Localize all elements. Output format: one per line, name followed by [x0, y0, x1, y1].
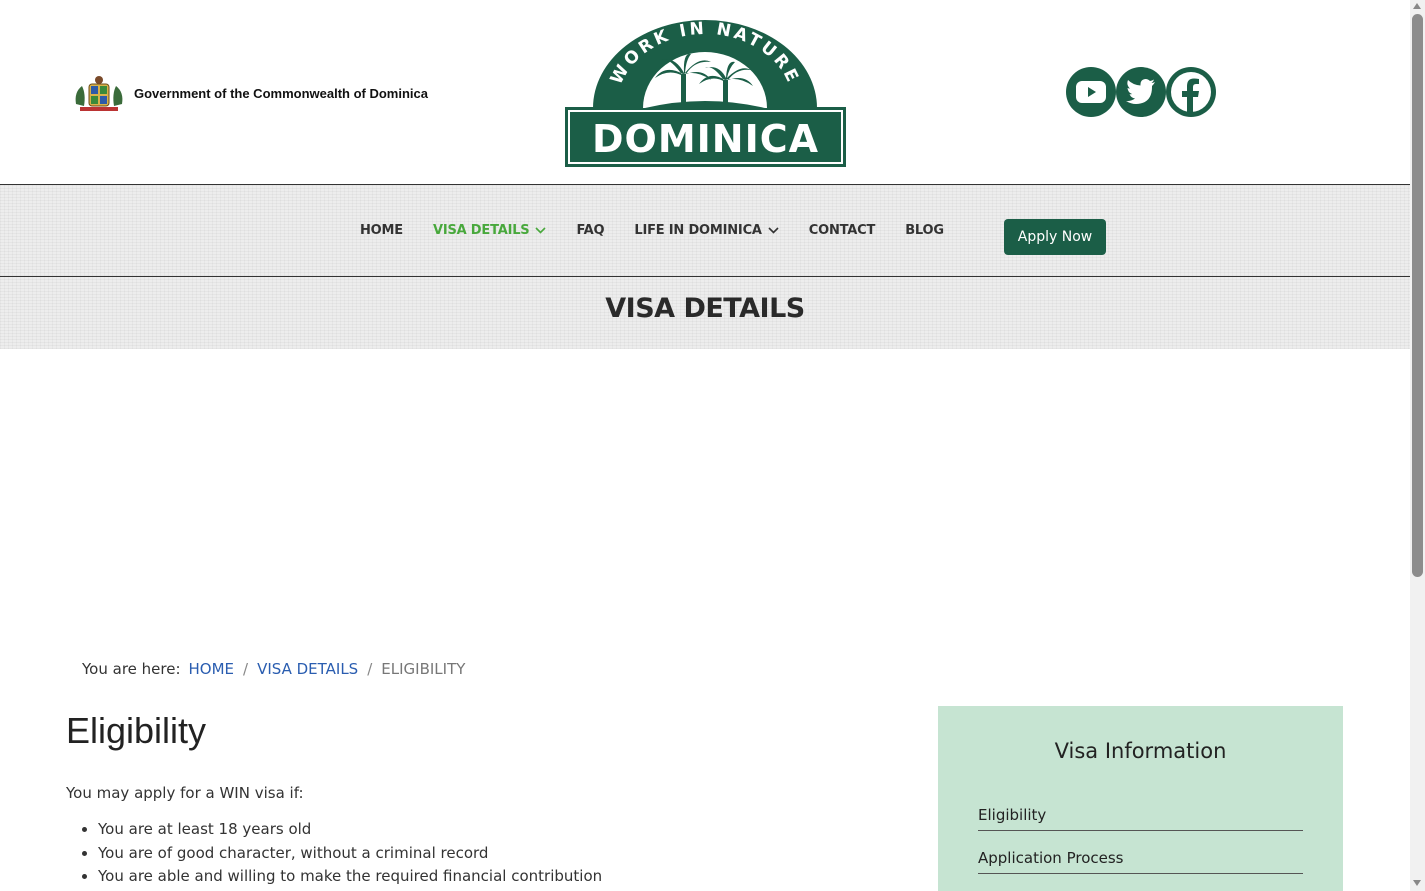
- scroll-up-arrow-icon[interactable]: [1413, 3, 1421, 9]
- nav-item-home[interactable]: HOME: [360, 223, 403, 238]
- breadcrumb-visa-link[interactable]: VISA DETAILS: [257, 660, 358, 678]
- sidebar-title: Visa Information: [1054, 739, 1227, 763]
- chevron-down-icon: [768, 227, 779, 234]
- nav-item-contact[interactable]: CONTACT: [808, 223, 876, 238]
- nav-item-label: HOME: [360, 223, 403, 238]
- page-title: VISA DETAILS: [605, 293, 805, 324]
- nav-item-blog[interactable]: BLOG: [905, 223, 944, 238]
- content-title: Eligibility: [66, 710, 207, 751]
- nav-item-label: BLOG: [905, 223, 944, 238]
- list-item: You are of good character, without a cri…: [98, 842, 886, 866]
- page: Government of the Commonwealth of Domini…: [0, 0, 1410, 891]
- sidebar-link-application-process[interactable]: Application Process: [978, 849, 1303, 874]
- coat-of-arms-icon: [75, 76, 123, 111]
- government-name: Government of the Commonwealth of Domini…: [134, 85, 428, 101]
- site-header: Government of the Commonwealth of Domini…: [0, 0, 1410, 185]
- nav-item-label: VISA DETAILS: [432, 223, 530, 238]
- nav-item-faq[interactable]: FAQ: [576, 223, 604, 238]
- breadcrumb-separator: /: [243, 660, 249, 678]
- list-item: You are at least 18 years old: [98, 818, 886, 842]
- sidebar-link-eligibility[interactable]: Eligibility: [978, 806, 1303, 831]
- vertical-scrollbar[interactable]: [1410, 0, 1425, 891]
- nav-item-label: CONTACT: [808, 223, 876, 238]
- breadcrumb-separator: /: [367, 660, 373, 678]
- chevron-down-icon: [535, 227, 547, 234]
- breadcrumb-current: ELIGIBILITY: [381, 660, 466, 678]
- intro-text: You may apply for a WIN visa if:: [66, 784, 304, 802]
- list-item: You are able and willing to make the req…: [98, 865, 886, 889]
- government-brand[interactable]: Government of the Commonwealth of Domini…: [72, 74, 428, 112]
- apply-now-button[interactable]: Apply Now: [1004, 219, 1106, 255]
- breadcrumb-lead: You are here:: [82, 660, 181, 678]
- scrollbar-thumb[interactable]: [1412, 14, 1423, 577]
- visa-info-sidebar: Visa Information Eligibility Application…: [938, 706, 1343, 891]
- eligibility-list: You are at least 18 years old You are of…: [66, 818, 886, 889]
- page-title-band: VISA DETAILS: [0, 277, 1410, 349]
- twitter-icon[interactable]: [1116, 67, 1166, 117]
- dominica-logo[interactable]: WORK IN NATURE DOMINICA: [565, 16, 846, 167]
- facebook-icon[interactable]: [1166, 67, 1216, 117]
- svg-text:DOMINICA: DOMINICA: [592, 117, 819, 161]
- main-content: Eligibility You may apply for a WIN visa…: [66, 710, 886, 889]
- nav-items: HOME VISA DETAILS FAQ LIFE IN DOMINICA C…: [360, 185, 974, 276]
- nav-item-life-in-dominica[interactable]: LIFE IN DOMINICA: [634, 223, 779, 238]
- main-nav: HOME VISA DETAILS FAQ LIFE IN DOMINICA C…: [0, 185, 1410, 277]
- breadcrumb-home-link[interactable]: HOME: [189, 660, 235, 678]
- nav-item-label: FAQ: [576, 223, 605, 238]
- social-links: [1066, 67, 1216, 117]
- breadcrumb: You are here: HOME / VISA DETAILS / ELIG…: [82, 660, 465, 678]
- nav-item-label: LIFE IN DOMINICA: [634, 223, 762, 238]
- scroll-down-arrow-icon[interactable]: [1413, 880, 1421, 886]
- nav-item-visa-details[interactable]: VISA DETAILS: [433, 223, 547, 238]
- youtube-icon[interactable]: [1066, 67, 1116, 117]
